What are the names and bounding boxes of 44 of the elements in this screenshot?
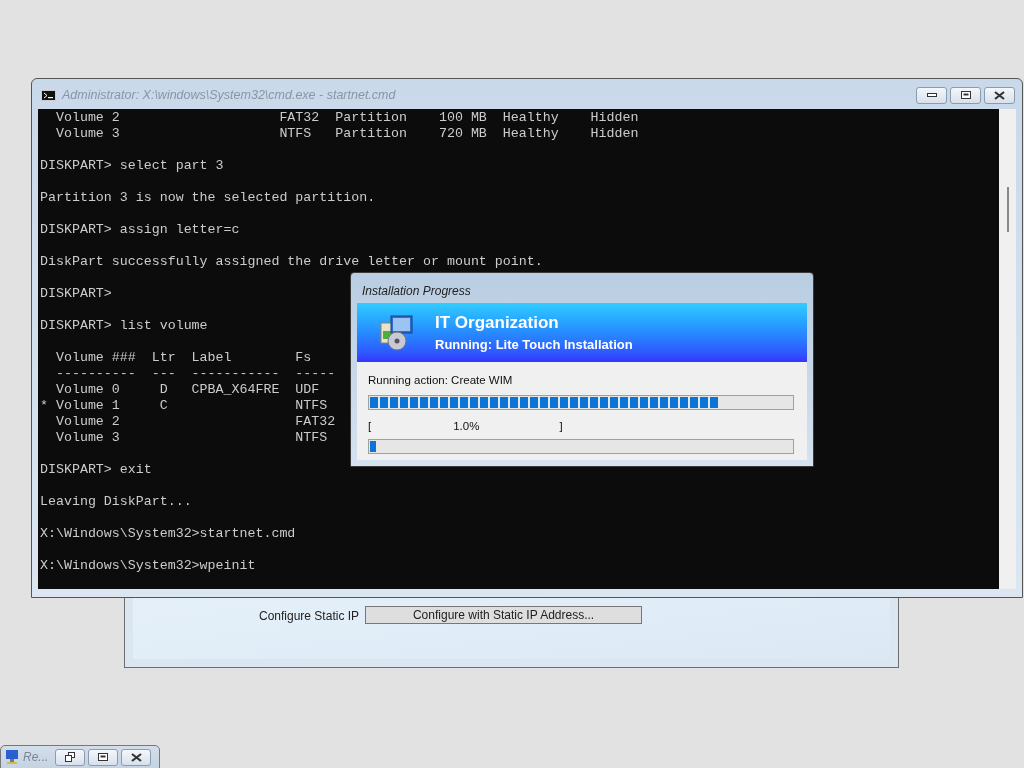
close-icon <box>130 752 142 762</box>
console-line: DISKPART> assign letter=c <box>40 222 240 238</box>
window-title: Re... <box>23 749 50 766</box>
console-line: DISKPART> <box>40 286 112 302</box>
bracket-text: ] <box>559 419 563 433</box>
console-line: Leaving DiskPart... <box>40 494 192 510</box>
console-line: DISKPART> select part 3 <box>40 158 224 174</box>
computer-icon <box>5 749 19 765</box>
console-line: X:\Windows\System32>startnet.cmd <box>40 526 296 542</box>
bracket-text: [ <box>368 419 372 433</box>
console-line: Volume ### Ltr Label Fs <box>54 350 312 366</box>
terminal-icon <box>41 89 56 101</box>
console-line: DISKPART> list volume <box>40 318 208 334</box>
percent-text: 1.0% <box>453 419 480 433</box>
console-line: Partition 3 is now the selected partition. <box>40 190 376 206</box>
close-button[interactable] <box>121 748 151 766</box>
console-line: Volume 2 FAT32 Partition 100 MB Healthy Hidden <box>54 110 639 126</box>
console-line: Volume 3 NTFS Partition 720 MB Healthy Hidden <box>54 126 639 142</box>
console-line: ---------- --- ----------- ----- <box>54 366 336 382</box>
maximize-button[interactable] <box>88 748 118 766</box>
console-line: DISKPART> exit <box>40 462 152 478</box>
close-button[interactable] <box>984 86 1015 104</box>
computer-disc-icon <box>379 314 413 351</box>
console-line: Volume 3 NTFS <box>54 430 328 446</box>
minimize-icon <box>926 93 937 97</box>
dialog-title: Installation Progress <box>362 283 471 300</box>
organization-heading: IT Organization <box>435 312 560 333</box>
static-ip-label: Configure Static IP <box>259 608 360 625</box>
minimize-button[interactable] <box>916 86 947 104</box>
action-label: Running action: Create WIM <box>368 373 514 387</box>
window-title: Administrator: X:\windows\System32\cmd.exe - startnet.cmd <box>62 86 396 104</box>
console-line: * Volume 1 C NTFS <box>40 398 328 414</box>
restore-icon <box>65 752 75 762</box>
console-line: Volume 2 FAT32 <box>54 414 336 430</box>
restore-button[interactable] <box>55 748 85 766</box>
console-line: X:\Windows\System32>wpeinit <box>40 558 256 574</box>
task-subheading: Running: Lite Touch Installation <box>435 336 633 353</box>
maximize-button[interactable] <box>950 86 981 104</box>
close-icon <box>994 90 1005 100</box>
maximize-icon <box>960 91 971 99</box>
console-line: Volume 0 D CPBA_X64FRE UDF <box>54 382 320 398</box>
static-ip-button[interactable]: Configure with Static IP Address... <box>365 606 643 624</box>
maximize-icon <box>98 753 108 761</box>
console-line: DiskPart successfully assigned the drive letter or mount point. <box>40 254 543 270</box>
